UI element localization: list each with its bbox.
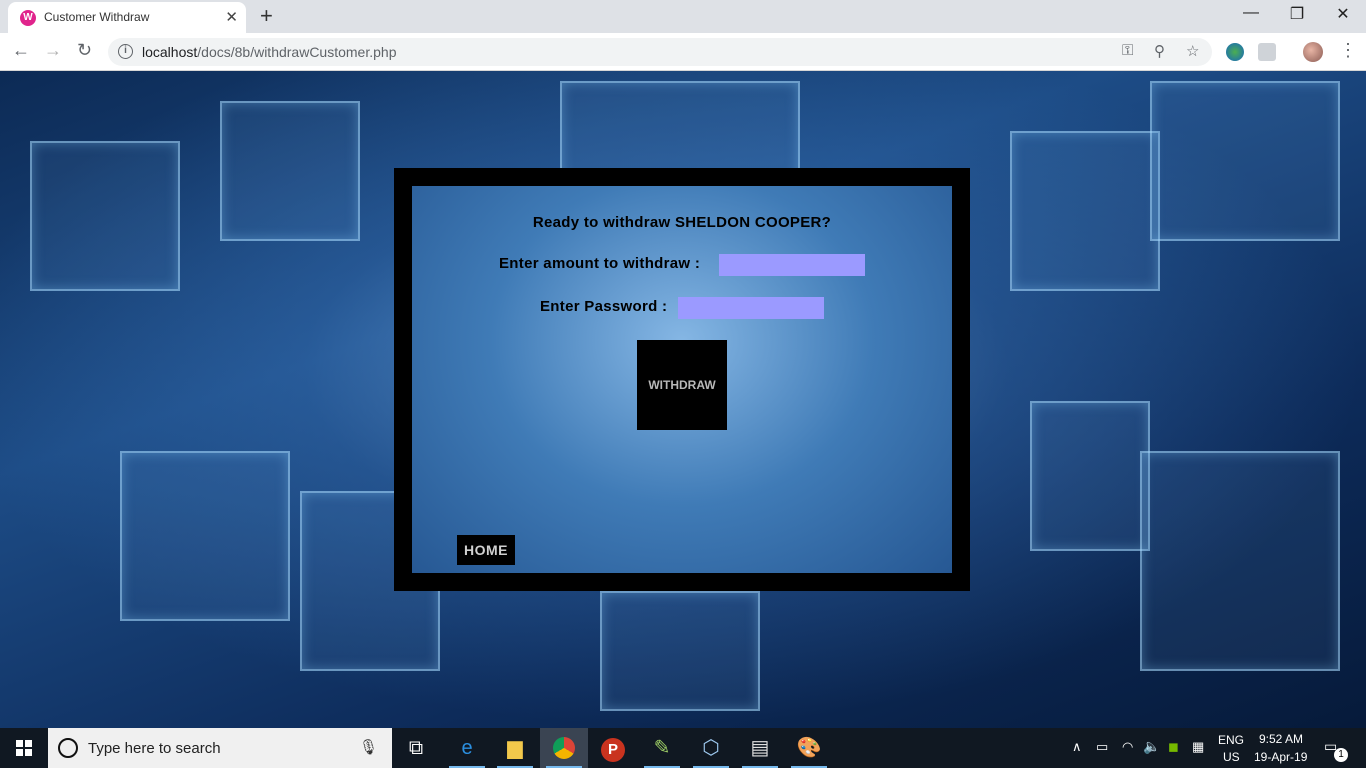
notification-count-badge: 1: [1334, 748, 1348, 762]
zoom-icon[interactable]: ⚲: [1154, 42, 1165, 60]
close-window-button[interactable]: ✕: [1320, 4, 1366, 24]
bookmark-star-icon[interactable]: ☆: [1186, 42, 1199, 60]
new-tab-button[interactable]: +: [260, 3, 273, 29]
password-input[interactable]: [678, 297, 824, 319]
wifi-icon[interactable]: ◠: [1122, 739, 1133, 768]
url-text[interactable]: localhost/docs/8b/withdrawCustomer.php: [142, 44, 396, 60]
close-tab-icon[interactable]: ✕: [225, 8, 238, 26]
tab-title: Customer Withdraw: [44, 10, 150, 24]
edge-icon[interactable]: e: [443, 728, 491, 768]
language-region[interactable]: US: [1223, 750, 1240, 768]
forward-button[interactable]: →: [44, 40, 62, 61]
url-host: localhost: [142, 44, 198, 60]
volume-icon[interactable]: 🔈: [1143, 738, 1160, 768]
show-hidden-icons-icon[interactable]: ∧: [1072, 739, 1082, 768]
home-link[interactable]: HOME: [457, 535, 515, 565]
background-cube: [220, 101, 360, 241]
tab-strip: W Customer Withdraw ✕ + — ❐ ✕: [0, 0, 1366, 33]
chrome-logo-icon: [553, 737, 575, 759]
windows-start-icon[interactable]: [16, 740, 32, 756]
amount-input[interactable]: [719, 254, 865, 276]
windows-taskbar: Type here to search 🎙 ⧉ e ▆ P ✎ ⬡ ▤ 🎨 ∧ …: [0, 728, 1366, 768]
background-cube: [1140, 451, 1340, 671]
browser-toolbar: ← → ↻ i localhost/docs/8b/withdrawCustom…: [0, 33, 1366, 71]
withdraw-form-card: Ready to withdraw SHELDON COOPER? Enter …: [394, 168, 970, 591]
form-title: Ready to withdraw SHELDON COOPER?: [532, 214, 832, 231]
search-placeholder: Type here to search: [88, 740, 221, 757]
task-view-icon[interactable]: ⧉: [392, 728, 440, 768]
address-bar[interactable]: i localhost/docs/8b/withdrawCustomer.php…: [108, 38, 1212, 66]
app-window-icon[interactable]: ▤: [736, 728, 784, 768]
cortana-icon: [58, 738, 78, 758]
microphone-icon[interactable]: 🎙: [359, 738, 378, 756]
paint-palette-icon[interactable]: 🎨: [785, 728, 833, 768]
notepad-plus-icon[interactable]: ✎: [638, 728, 686, 768]
background-cube: [1030, 401, 1150, 551]
back-button[interactable]: ←: [12, 40, 30, 61]
withdraw-button[interactable]: WITHDRAW: [637, 340, 727, 430]
amount-label: Enter amount to withdraw :: [499, 255, 701, 272]
password-label: Enter Password :: [540, 298, 668, 315]
minimize-button[interactable]: —: [1228, 4, 1274, 22]
battery-icon[interactable]: ▭: [1096, 739, 1108, 768]
extension-cube-icon[interactable]: [1258, 43, 1276, 61]
site-info-icon[interactable]: i: [118, 44, 133, 59]
browser-tab[interactable]: W Customer Withdraw ✕: [8, 2, 246, 33]
background-cube: [560, 81, 800, 181]
chrome-icon[interactable]: [540, 728, 588, 768]
clock-date[interactable]: 19-Apr-19: [1254, 750, 1307, 768]
extension-globe-icon[interactable]: [1226, 43, 1244, 61]
reload-button[interactable]: ↻: [77, 40, 92, 61]
background-cube: [1150, 81, 1340, 241]
page-background: Ready to withdraw SHELDON COOPER? Enter …: [0, 71, 1366, 728]
virtualbox-icon[interactable]: ⬡: [687, 728, 735, 768]
background-cube: [600, 591, 760, 711]
taskbar-search-box[interactable]: Type here to search 🎙: [48, 728, 392, 768]
wamp-favicon-icon: W: [20, 10, 36, 26]
maximize-button[interactable]: ❐: [1274, 4, 1320, 24]
background-cube: [1010, 131, 1160, 291]
keyboard-icon[interactable]: ▦: [1192, 739, 1204, 768]
key-icon[interactable]: ⚿: [1122, 42, 1133, 59]
file-explorer-icon[interactable]: ▆: [491, 728, 539, 768]
profile-avatar[interactable]: [1303, 42, 1323, 62]
background-cube: [30, 141, 180, 291]
browser-menu-icon[interactable]: ⋮: [1339, 40, 1357, 61]
p-app-icon[interactable]: P: [589, 728, 637, 768]
background-cube: [120, 451, 290, 621]
url-path: /docs/8b/withdrawCustomer.php: [197, 44, 397, 60]
nvidia-icon[interactable]: ◼: [1168, 739, 1179, 768]
